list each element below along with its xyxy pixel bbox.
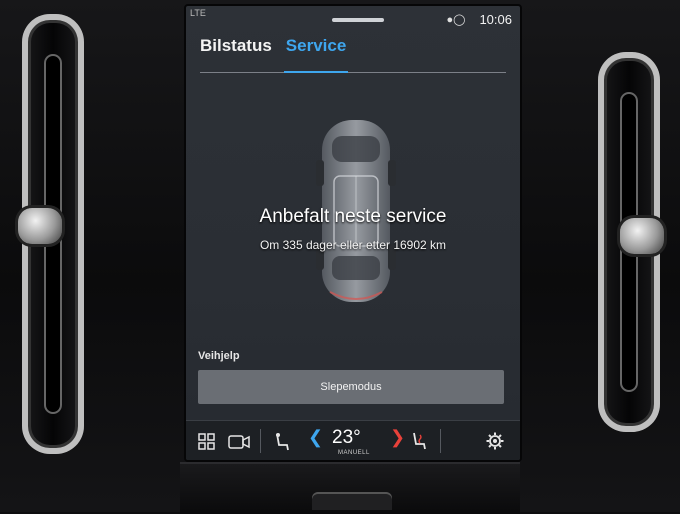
seat-heat-icon[interactable] xyxy=(410,431,428,451)
tab-service[interactable]: Service xyxy=(286,36,347,56)
climate-divider-1 xyxy=(260,429,261,453)
temp-decrease-icon[interactable]: ❮ xyxy=(308,427,323,448)
settings-gear-icon[interactable] xyxy=(486,432,504,450)
temp-increase-icon[interactable]: ❯ xyxy=(390,427,405,448)
tab-bar: Bilstatus Service xyxy=(200,36,346,56)
left-vent-knob[interactable] xyxy=(18,208,62,244)
service-detail: Om 335 dager eller etter 16902 km xyxy=(259,238,447,252)
climate-mode: MANUELL xyxy=(338,450,370,456)
right-vent-knob[interactable] xyxy=(620,218,664,254)
network-indicator: LTE xyxy=(190,8,206,18)
service-headline: Anbefalt neste service xyxy=(259,206,447,227)
clock: 10:06 xyxy=(479,12,512,27)
status-right: ●◯ 10:06 xyxy=(446,12,512,27)
app-grid-icon[interactable] xyxy=(198,433,216,451)
hardware-home-button[interactable] xyxy=(312,492,392,510)
seat-driver-icon[interactable] xyxy=(274,432,290,452)
profile-icon[interactable]: ●◯ xyxy=(446,13,465,26)
climate-divider-2 xyxy=(440,429,441,453)
climate-bar: ❮ 23° MANUELL ❯ xyxy=(186,420,520,460)
active-tab-indicator xyxy=(284,71,348,73)
pull-down-handle[interactable] xyxy=(332,18,384,22)
roadside-section-title: Veihjelp xyxy=(198,350,240,362)
temperature-value[interactable]: 23° xyxy=(332,427,361,449)
infotainment-screen: LTE ●◯ 10:06 Bilstatus Service Anbefalt … xyxy=(184,4,522,462)
tow-mode-button-label: Slepemodus xyxy=(320,381,382,393)
status-bar: LTE ●◯ 10:06 xyxy=(186,6,520,28)
tab-bilstatus[interactable]: Bilstatus xyxy=(200,36,272,56)
camera-icon[interactable] xyxy=(228,434,250,450)
tow-mode-button[interactable]: Slepemodus xyxy=(198,370,504,404)
tab-divider xyxy=(200,72,506,73)
